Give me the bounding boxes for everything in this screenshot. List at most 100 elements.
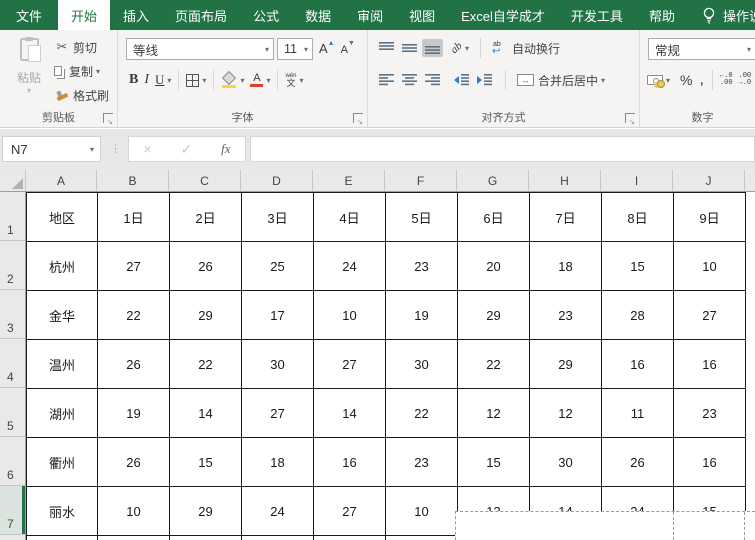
percent-style-button[interactable]: %	[680, 72, 692, 88]
cell[interactable]: 17	[242, 291, 314, 340]
cell[interactable]: 15	[458, 438, 530, 487]
borders-button[interactable]: ▾	[186, 73, 206, 87]
cell[interactable]: 杭州	[27, 242, 98, 291]
cell[interactable]: 30	[242, 340, 314, 389]
tell-me[interactable]: 操作说明搜索	[702, 0, 755, 30]
cell[interactable]: 5日	[386, 193, 458, 242]
cancel-icon[interactable]: ×	[143, 141, 151, 157]
fill-color-dropdown-icon[interactable]: ▾	[240, 76, 244, 85]
cell[interactable]: 30	[386, 340, 458, 389]
ribbon-tab[interactable]: 插入	[110, 0, 162, 30]
increase-indent-button[interactable]	[474, 71, 495, 89]
cell[interactable]: 16	[314, 438, 386, 487]
row-header[interactable]: 2	[0, 241, 25, 290]
column-header[interactable]: D	[241, 170, 313, 191]
ribbon-tab[interactable]: 帮助	[636, 0, 688, 30]
ribbon-tab[interactable]: Excel自学成才	[448, 0, 558, 30]
select-all-corner[interactable]	[0, 170, 26, 191]
name-box-dropdown-icon[interactable]: ▾	[90, 145, 94, 154]
cell[interactable]: 10	[674, 242, 746, 291]
row-header[interactable]: 7	[0, 486, 25, 535]
cell[interactable]: 26	[98, 438, 170, 487]
cell[interactable]: 10	[386, 487, 458, 536]
insert-function-icon[interactable]: fx	[221, 141, 230, 157]
accounting-dropdown-icon[interactable]: ▾	[666, 76, 670, 85]
cell[interactable]: 衢州	[27, 438, 98, 487]
row-header[interactable]: 4	[0, 339, 25, 388]
copy-button[interactable]: 复制 ▾	[54, 61, 109, 81]
cell[interactable]: 19	[386, 291, 458, 340]
cell[interactable]: 11	[602, 389, 674, 438]
cell[interactable]: 18	[530, 242, 602, 291]
enter-icon[interactable]: ✓	[181, 141, 193, 158]
cell[interactable]	[98, 536, 170, 540]
cell[interactable]: 15	[170, 438, 242, 487]
cell[interactable]: 26	[98, 340, 170, 389]
cell[interactable]: 10	[98, 487, 170, 536]
cell[interactable]: 7日	[530, 193, 602, 242]
cell[interactable]: 29	[170, 487, 242, 536]
column-header[interactable]: F	[385, 170, 457, 191]
column-header[interactable]: A	[26, 170, 97, 191]
cell[interactable]	[386, 536, 458, 540]
column-header[interactable]: G	[457, 170, 529, 191]
increase-decimal-button[interactable]: ←.0 .00	[720, 73, 733, 87]
cell[interactable]: 温州	[27, 340, 98, 389]
merge-center-dropdown-icon[interactable]: ▾	[601, 76, 605, 85]
increase-font-button[interactable]: A▲	[319, 40, 335, 58]
paste-dropdown-icon[interactable]: ▾	[27, 86, 31, 95]
paste-button[interactable]: 粘贴 ▾	[8, 36, 50, 108]
comma-style-button[interactable]: ,	[699, 71, 703, 89]
row-header[interactable]: 3	[0, 290, 25, 339]
cell[interactable]: 23	[530, 291, 602, 340]
row-header[interactable]: 6	[0, 437, 25, 486]
cell[interactable]: 12	[458, 389, 530, 438]
cell[interactable]: 22	[386, 389, 458, 438]
font-dialog-launcher-icon[interactable]	[353, 113, 363, 126]
cell[interactable]: 16	[602, 340, 674, 389]
ribbon-tab[interactable]: 开发工具	[558, 0, 636, 30]
cell[interactable]: 29	[170, 291, 242, 340]
cell[interactable]	[314, 536, 386, 540]
font-color-dropdown-icon[interactable]: ▾	[266, 76, 270, 85]
cell[interactable]: 25	[242, 242, 314, 291]
cell[interactable]: 金华	[27, 291, 98, 340]
align-bottom-button[interactable]	[422, 39, 443, 57]
cell[interactable]: 23	[386, 242, 458, 291]
decrease-indent-button[interactable]	[451, 71, 472, 89]
cell[interactable]: 23	[674, 389, 746, 438]
cell[interactable]: 23	[386, 438, 458, 487]
formula-input[interactable]	[250, 136, 755, 162]
cell[interactable]: 地区	[27, 193, 98, 242]
font-name-combo[interactable]: 等线 ▾	[126, 38, 274, 60]
borders-dropdown-icon[interactable]: ▾	[202, 76, 206, 85]
cell[interactable]: 4日	[314, 193, 386, 242]
alignment-dialog-launcher-icon[interactable]	[625, 113, 635, 126]
cell[interactable]	[27, 536, 98, 540]
cell[interactable]: 湖州	[27, 389, 98, 438]
ribbon-tab[interactable]: 视图	[396, 0, 448, 30]
cell[interactable]: 22	[98, 291, 170, 340]
bold-button[interactable]: B	[129, 72, 138, 88]
column-header[interactable]: I	[601, 170, 673, 191]
decrease-decimal-button[interactable]: .00 →.0	[739, 73, 752, 87]
ribbon-tab[interactable]: 审阅	[344, 0, 396, 30]
font-color-button[interactable]: A ▾	[250, 73, 270, 87]
orientation-button[interactable]: ab ▾	[448, 40, 469, 56]
column-header[interactable]: B	[97, 170, 169, 191]
column-header[interactable]: H	[529, 170, 601, 191]
format-painter-button[interactable]: 格式刷	[54, 85, 109, 105]
font-size-dropdown-icon[interactable]: ▾	[304, 45, 308, 54]
cell[interactable]: 12	[530, 389, 602, 438]
file-tab[interactable]: 文件	[0, 0, 58, 30]
cell[interactable]: 28	[602, 291, 674, 340]
merge-center-button[interactable]: ↔ 合并后居中 ▾	[517, 72, 605, 89]
cut-button[interactable]: ✂ 剪切	[54, 37, 109, 57]
wrap-text-button[interactable]: ab ↩ 自动换行	[492, 40, 560, 57]
cell[interactable]: 22	[170, 340, 242, 389]
font-name-dropdown-icon[interactable]: ▾	[265, 45, 269, 54]
orientation-dropdown-icon[interactable]: ▾	[465, 44, 469, 53]
cell[interactable]: 20	[458, 242, 530, 291]
cell[interactable]: 27	[242, 389, 314, 438]
cell[interactable]: 29	[458, 291, 530, 340]
